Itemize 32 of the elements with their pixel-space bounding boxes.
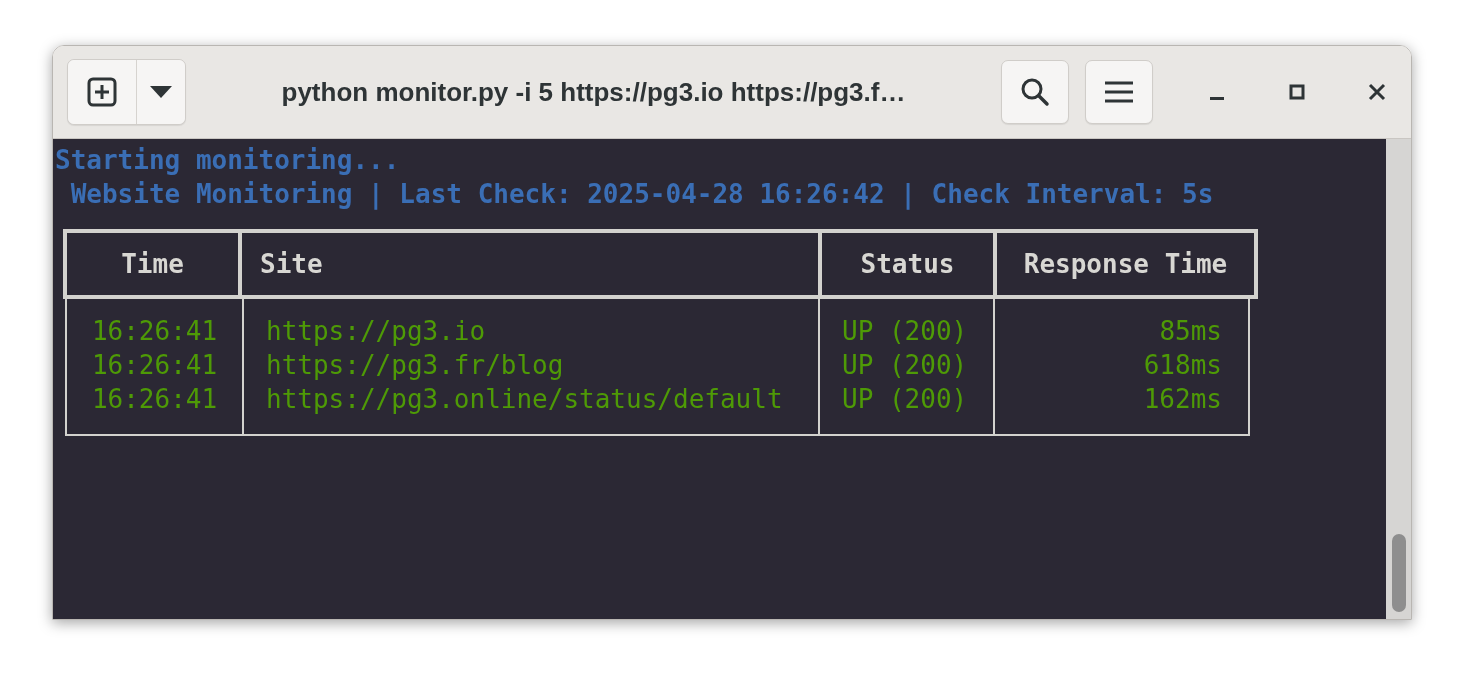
search-button[interactable] <box>1001 60 1069 124</box>
new-tab-button[interactable] <box>68 60 136 124</box>
dropdown-button[interactable] <box>136 60 185 124</box>
table-cell-text: 16:26:41 <box>91 349 218 382</box>
menu-icon <box>1104 80 1134 104</box>
scrollbar[interactable] <box>1386 139 1411 619</box>
window-title: python monitor.py -i 5 https://pg3.io https://pg3.f… <box>280 76 907 108</box>
table-cell-text: UP (200) <box>842 383 969 416</box>
menu-button[interactable] <box>1085 60 1153 124</box>
table-cell-text: UP (200) <box>842 349 969 382</box>
table-cell-text: 16:26:41 <box>91 315 218 348</box>
table-cell-text: https://pg3.online/status/default <box>266 383 784 416</box>
search-icon <box>1020 77 1050 107</box>
terminal-line: Website Monitoring | Last Check: 2025-04-28 16:26:42 | Check Interval: 5s <box>69 178 1215 211</box>
table-cell-text: 162ms <box>1143 383 1222 416</box>
close-icon <box>1368 83 1386 101</box>
table-cell-text: https://pg3.io <box>266 315 487 348</box>
column-header: Status <box>822 233 993 295</box>
minimize-icon <box>1210 96 1224 100</box>
caret-icon <box>150 86 172 98</box>
table-cell-text: 16:26:41 <box>91 383 218 416</box>
column-header: Site <box>242 233 818 295</box>
terminal-line: Starting monitoring... <box>55 144 401 177</box>
table-cell-text: 618ms <box>1143 349 1222 382</box>
table-cell-text: 85ms <box>1159 315 1222 348</box>
maximize-icon <box>1289 84 1305 100</box>
column-header: Response Time <box>997 233 1254 295</box>
table-cell-text: UP (200) <box>842 315 969 348</box>
scrollbar-thumb[interactable] <box>1391 534 1406 612</box>
plus-box-icon <box>87 77 117 107</box>
table-cell-text: https://pg3.fr/blog <box>266 349 565 382</box>
column-header: Time <box>67 233 238 295</box>
